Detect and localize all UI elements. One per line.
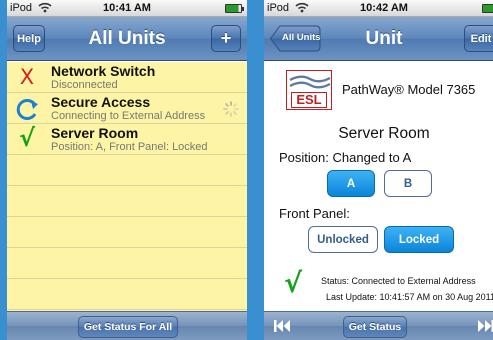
green-checkmark-icon: √ bbox=[284, 268, 303, 299]
status-bar: iPod 10:41 AM bbox=[7, 0, 247, 17]
unit-status: Connecting to External Address bbox=[51, 110, 206, 122]
position-b-button[interactable]: B bbox=[384, 170, 432, 197]
add-unit-button[interactable]: + bbox=[211, 25, 241, 52]
device-model: PathWay® Model 7365 bbox=[342, 82, 476, 97]
esl-logo-text: ESL bbox=[291, 92, 327, 108]
position-value: Changed to A bbox=[332, 150, 412, 165]
units-list: X Network Switch Disconnected Secure Acc… bbox=[7, 62, 247, 311]
clock: 10:41 AM bbox=[103, 2, 151, 14]
clock: 10:42 AM bbox=[360, 2, 408, 14]
nav-bar: Help All Units + bbox=[7, 17, 247, 61]
bottom-toolbar: Get Status bbox=[264, 311, 493, 340]
nav-bar: All Units Unit Edit bbox=[264, 17, 493, 61]
unit-detail-screen: iPod 10:42 AM All Units Unit Edit ESL Pa… bbox=[264, 0, 493, 340]
unlocked-button[interactable]: Unlocked bbox=[308, 226, 378, 253]
sync-refresh-icon bbox=[12, 96, 42, 127]
unit-name: Secure Access bbox=[51, 94, 151, 110]
edit-button[interactable]: Edit bbox=[464, 25, 493, 52]
unit-status: Position: A, Front Panel: Locked bbox=[51, 141, 208, 153]
position-label: Position: bbox=[279, 150, 329, 165]
red-x-icon: X bbox=[19, 65, 35, 89]
status-bar: iPod 10:42 AM bbox=[264, 0, 493, 17]
spinner-icon bbox=[223, 101, 239, 122]
green-checkmark-icon: √ bbox=[18, 124, 35, 152]
page-title: Unit bbox=[365, 28, 403, 49]
unit-name: Server Room bbox=[51, 125, 139, 141]
get-status-for-all-button[interactable]: Get Status For All bbox=[78, 316, 178, 338]
locked-button[interactable]: Locked bbox=[384, 226, 454, 253]
fast-forward-icon[interactable] bbox=[478, 319, 493, 338]
position-a-button[interactable]: A bbox=[327, 170, 375, 197]
rewind-icon[interactable] bbox=[274, 319, 290, 338]
battery-icon bbox=[225, 4, 244, 13]
battery-icon bbox=[482, 4, 493, 13]
position-row: Position: Changed to A bbox=[279, 150, 411, 165]
all-units-screen: iPod 10:41 AM Help All Units + X Network… bbox=[7, 0, 247, 340]
list-item[interactable]: X Network Switch Disconnected bbox=[7, 62, 247, 93]
bottom-toolbar: Get Status For All bbox=[7, 311, 247, 340]
unit-name: Server Room bbox=[338, 125, 430, 142]
esl-logo: ESL bbox=[286, 70, 332, 110]
unit-status: Disconnected bbox=[51, 79, 118, 91]
get-status-button[interactable]: Get Status bbox=[343, 316, 407, 338]
list-item[interactable]: Secure Access Connecting to External Add… bbox=[7, 93, 247, 124]
status-text: Status: Connected to External Address bbox=[321, 276, 476, 286]
unit-name: Network Switch bbox=[51, 63, 156, 79]
list-item[interactable]: √ Server Room Position: A, Front Panel: … bbox=[7, 124, 247, 155]
front-panel-label: Front Panel: bbox=[279, 206, 350, 221]
last-update: Last Update: 10:41:57 AM on 30 Aug 2011 bbox=[326, 292, 493, 302]
